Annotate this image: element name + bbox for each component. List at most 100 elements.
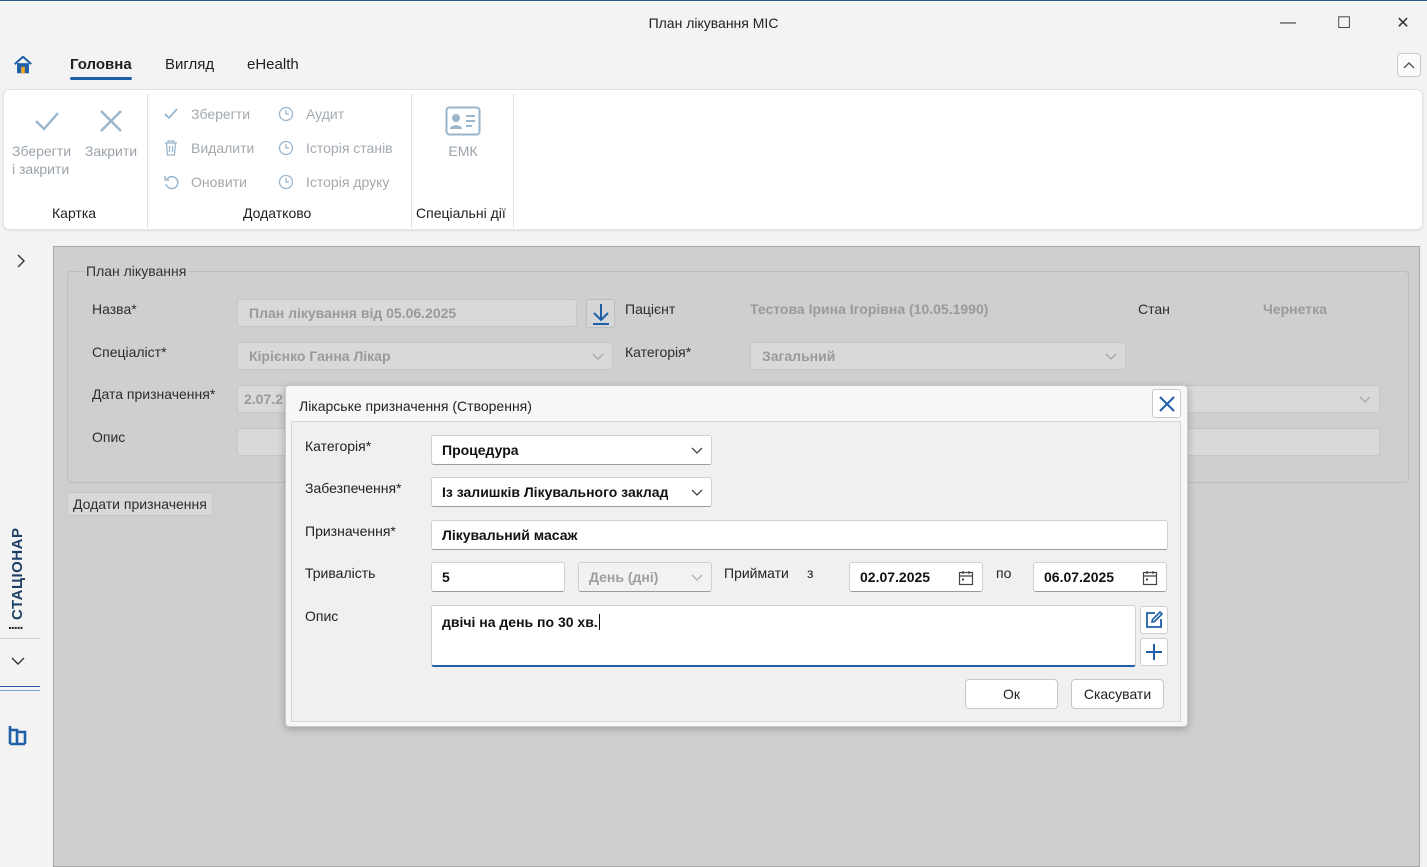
patient-label: Пацієнт bbox=[625, 301, 676, 317]
date-value: 2.07.2 bbox=[244, 391, 283, 407]
close-icon bbox=[100, 110, 122, 132]
dialog-title: Лікарське призначення (Створення) bbox=[299, 398, 532, 414]
from-date-value: 02.07.2025 bbox=[860, 569, 931, 585]
state-history-label: Історія станів bbox=[306, 140, 393, 156]
ok-button[interactable]: Ок bbox=[965, 679, 1058, 709]
plan-group-title: План лікування bbox=[84, 263, 189, 279]
duration-value: 5 bbox=[442, 569, 450, 585]
chevron-down-icon bbox=[691, 489, 703, 496]
dialog-category-value: Процедура bbox=[442, 442, 519, 458]
supply-value: Із залишків Лікувального заклад bbox=[442, 484, 669, 500]
purpose-value: Лікувальний масаж bbox=[442, 527, 578, 543]
add-description-button[interactable] bbox=[1140, 638, 1168, 666]
category-select[interactable]: Загальний bbox=[750, 342, 1126, 370]
dialog-category-select[interactable]: Процедура bbox=[431, 435, 712, 465]
group-label-special: Спеціальні дії bbox=[416, 205, 506, 221]
print-history-button[interactable]: Історія друку bbox=[276, 173, 389, 191]
calendar-icon[interactable] bbox=[958, 570, 974, 586]
refresh-button[interactable]: Оновити bbox=[161, 173, 247, 191]
desc-label: Опис bbox=[92, 429, 126, 445]
dialog-body: Категорія* Процедура Забезпечення* Із за… bbox=[291, 421, 1181, 722]
plan-name-field[interactable]: План лікування від 05.06.2025 bbox=[237, 299, 577, 327]
refresh-icon bbox=[164, 175, 179, 190]
text-caret bbox=[598, 614, 600, 630]
state-label: Стан bbox=[1138, 301, 1170, 317]
name-label: Назва* bbox=[92, 301, 137, 317]
category-value: Загальний bbox=[762, 348, 836, 364]
save-button[interactable]: Зберегти bbox=[161, 105, 250, 123]
emk-button[interactable]: ЕМК bbox=[434, 104, 492, 160]
close-button[interactable]: ✕ bbox=[1380, 9, 1426, 37]
tab-ehealth[interactable]: eHealth bbox=[247, 56, 299, 73]
plan-name-value: План лікування від 05.06.2025 bbox=[249, 305, 457, 321]
tab-view[interactable]: Вигляд bbox=[165, 56, 214, 73]
tab-home[interactable]: Головна bbox=[70, 56, 132, 80]
close-icon bbox=[1158, 395, 1175, 412]
divider bbox=[0, 686, 40, 687]
maximize-button[interactable]: ☐ bbox=[1321, 9, 1367, 37]
bed-icon bbox=[8, 726, 27, 746]
description-textarea[interactable]: двічі на день по 30 хв. bbox=[431, 605, 1136, 667]
divider bbox=[0, 638, 40, 639]
specialist-select[interactable]: Кірієнко Ганна Лікар bbox=[237, 342, 613, 370]
duration-input[interactable]: 5 bbox=[431, 562, 565, 592]
group-label-extra: Додатково bbox=[243, 205, 312, 221]
audit-label: Аудит bbox=[306, 106, 345, 122]
prescription-dialog: Лікарське призначення (Створення) Катего… bbox=[285, 385, 1188, 727]
minimize-button[interactable]: — bbox=[1265, 9, 1311, 37]
audit-button[interactable]: Аудит bbox=[276, 105, 344, 123]
state-history-button[interactable]: Історія станів bbox=[276, 139, 393, 157]
delete-label: Видалити bbox=[191, 140, 255, 156]
duration-unit-value: День (дні) bbox=[589, 569, 659, 585]
cancel-button[interactable]: Скасувати bbox=[1071, 679, 1164, 709]
from-date-picker[interactable]: 02.07.2025 bbox=[849, 562, 983, 592]
home-icon[interactable] bbox=[12, 54, 34, 76]
id-card-icon bbox=[445, 106, 481, 136]
save-and-close-button[interactable]: Зберегти і закрити bbox=[10, 104, 84, 178]
to-date-picker[interactable]: 06.07.2025 bbox=[1033, 562, 1167, 592]
dialog-desc-label: Опис bbox=[305, 608, 339, 624]
supply-label: Забезпечення* bbox=[305, 480, 402, 496]
ribbon-tabs: Головна Вигляд eHealth bbox=[0, 44, 1427, 86]
window-title: План лікування МІС bbox=[648, 15, 779, 31]
state-value: Чернетка bbox=[1263, 301, 1327, 317]
purpose-input[interactable]: Лікувальний масаж bbox=[431, 520, 1168, 550]
supply-select[interactable]: Із залишків Лікувального заклад bbox=[431, 477, 712, 507]
delete-button[interactable]: Видалити bbox=[161, 139, 254, 157]
section-label-inpatient[interactable]: СТАЦІОНАР bbox=[9, 528, 26, 620]
dialog-category-label: Категорія* bbox=[305, 438, 372, 454]
duration-unit-select[interactable]: День (дні) bbox=[578, 562, 712, 592]
to-label: по bbox=[996, 565, 1012, 581]
ribbon: Зберегти і закрити Закрити Картка Зберег… bbox=[3, 89, 1423, 230]
check-icon bbox=[35, 112, 59, 131]
check-icon bbox=[164, 108, 178, 120]
desc-field-right[interactable] bbox=[1174, 428, 1380, 456]
more-dots[interactable]: ..... bbox=[8, 616, 23, 632]
calendar-icon[interactable] bbox=[1142, 570, 1158, 586]
edit-description-button[interactable] bbox=[1140, 606, 1168, 634]
purpose-label: Призначення* bbox=[305, 523, 396, 539]
dialog-close-button[interactable] bbox=[1152, 389, 1181, 418]
chevron-right-icon[interactable] bbox=[12, 252, 30, 270]
chevron-down-icon bbox=[691, 574, 703, 581]
date-label: Дата призначення* bbox=[92, 386, 216, 402]
extra-select[interactable] bbox=[1174, 385, 1380, 413]
chevron-up-icon bbox=[1403, 62, 1415, 69]
save-and-close-label: Зберегти і закрити bbox=[12, 143, 72, 177]
to-date-value: 06.07.2025 bbox=[1044, 569, 1115, 585]
group-separator bbox=[147, 94, 148, 228]
save-label: Зберегти bbox=[191, 106, 251, 122]
category-label: Категорія* bbox=[625, 344, 692, 360]
clock-icon bbox=[278, 140, 294, 156]
patient-value: Тестова Ірина Ігорівна (10.05.1990) bbox=[750, 301, 989, 317]
chevron-down-icon[interactable] bbox=[11, 656, 25, 666]
add-prescription-button[interactable]: Додати призначення bbox=[67, 492, 213, 516]
divider bbox=[0, 690, 40, 691]
close-card-label: Закрити bbox=[84, 143, 138, 159]
group-separator bbox=[411, 94, 412, 228]
collapse-ribbon-button[interactable] bbox=[1397, 53, 1421, 77]
download-button[interactable] bbox=[586, 299, 615, 328]
trash-icon bbox=[165, 140, 177, 156]
close-card-button[interactable]: Закрити bbox=[82, 104, 140, 160]
duration-label: Тривалість bbox=[305, 565, 376, 581]
